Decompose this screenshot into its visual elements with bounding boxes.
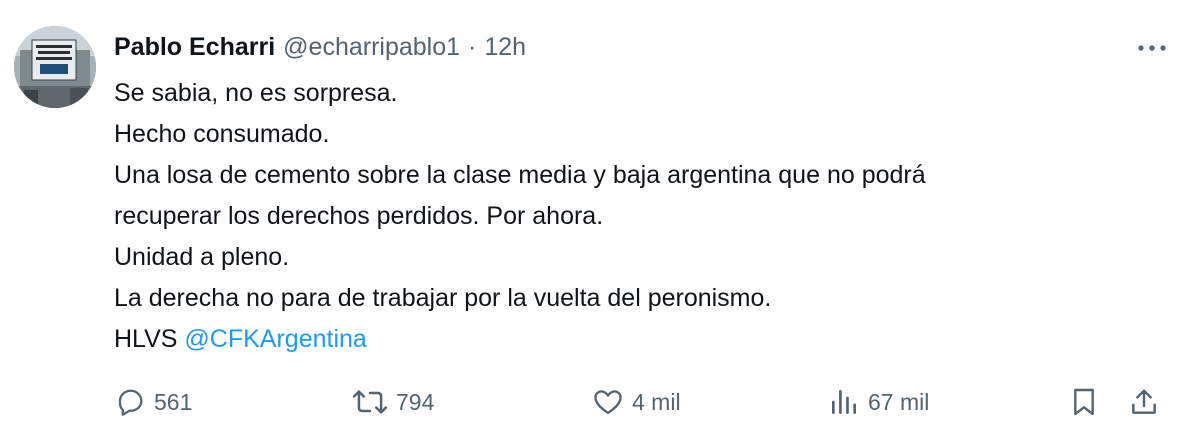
retweet-button[interactable]: 794 — [352, 380, 434, 424]
reply-icon — [118, 389, 143, 416]
tweet-text: Se sabia, no es sorpresa. Hecho consumad… — [114, 73, 1174, 360]
bookmark-icon — [1074, 388, 1094, 416]
author-name[interactable]: Pablo Echarri — [114, 33, 275, 62]
views-button[interactable]: 67 mil — [828, 380, 929, 424]
tweet-line-1: Se sabia, no es sorpresa. — [114, 79, 398, 107]
tweet-line-2: Hecho consumado. — [114, 120, 330, 148]
more-options-button[interactable] — [1134, 36, 1170, 60]
heart-icon — [594, 390, 622, 415]
like-count: 4 mil — [632, 388, 681, 415]
mention-link[interactable]: @CFKArgentina — [184, 325, 366, 353]
action-bar: 561 794 4 mil 67 mil — [0, 380, 1200, 424]
bookmark-button[interactable] — [1068, 380, 1100, 424]
separator-dot: · — [468, 32, 477, 61]
views-count: 67 mil — [868, 388, 930, 415]
more-horizontal-icon — [1138, 45, 1166, 51]
avatar[interactable] — [14, 26, 96, 108]
tweet-line-6: La derecha no para de trabajar por la vu… — [114, 284, 772, 312]
author-handle[interactable]: @echarripablo1 — [283, 33, 460, 62]
tweet-header: Pablo Echarri @echarripablo1 · 12h — [114, 30, 526, 64]
like-button[interactable]: 4 mil — [592, 380, 681, 424]
tweet-line-7: HLVS @CFKArgentina — [114, 319, 1174, 360]
tweet-line-3: Una losa de cemento sobre la clase media… — [114, 161, 926, 189]
retweet-icon — [352, 390, 388, 414]
share-button[interactable] — [1128, 380, 1160, 424]
tweet-line-5: Unidad a pleno. — [114, 243, 290, 271]
timestamp[interactable]: 12h — [484, 33, 526, 62]
reply-button[interactable]: 561 — [114, 380, 192, 424]
share-icon — [1132, 389, 1156, 414]
signoff-text: HLVS — [114, 325, 178, 353]
tweet-line-4: recuperar los derechos perdidos. Por aho… — [114, 202, 604, 230]
views-icon — [832, 390, 856, 414]
tweet: Pablo Echarri @echarripablo1 · 12h Se sa… — [0, 0, 1200, 446]
reply-count: 561 — [154, 388, 193, 415]
avatar-image — [14, 26, 96, 108]
retweet-count: 794 — [396, 388, 435, 415]
